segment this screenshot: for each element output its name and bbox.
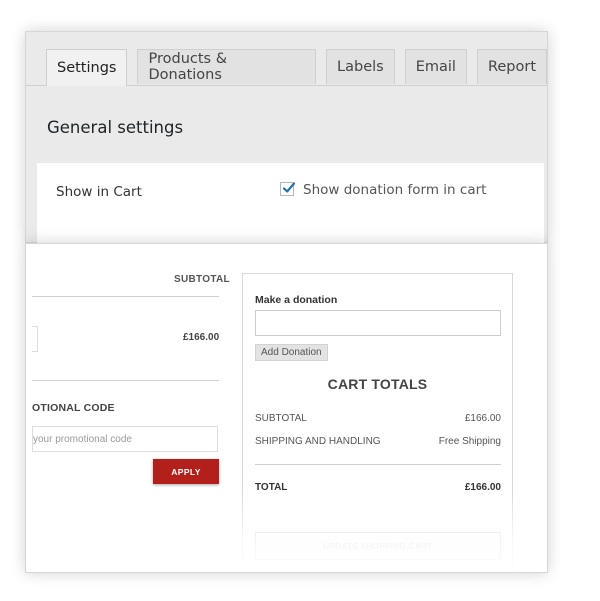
promo-code-input[interactable]: [32, 426, 218, 452]
update-cart-button[interactable]: UPDATE SHOPPING CART: [255, 532, 501, 560]
divider: [255, 464, 501, 465]
donation-amount-input[interactable]: [255, 310, 501, 336]
show-donation-checkbox[interactable]: [280, 182, 296, 196]
show-in-cart-label: Show in Cart: [56, 184, 142, 200]
divider: [32, 380, 219, 381]
quantity-field[interactable]: [32, 326, 38, 352]
tab-labels[interactable]: Labels: [326, 49, 395, 84]
tab-email[interactable]: Email: [404, 49, 467, 84]
cart-panel: SUBTOTAL £166.00 OTIONAL CODE APPLY Make…: [25, 243, 548, 573]
cart-content: SUBTOTAL £166.00 OTIONAL CODE APPLY Make…: [32, 251, 543, 572]
totals-row-value: Free Shipping: [438, 436, 501, 447]
totals-row: SUBTOTAL £166.00: [255, 413, 501, 424]
checkmark-icon: [282, 182, 296, 193]
section-title: General settings: [47, 118, 184, 137]
totals-row-label: SHIPPING AND HANDLING: [255, 436, 381, 447]
cart-totals-box: Make a donation Add Donation CART TOTALS…: [242, 273, 513, 572]
total-label: TOTAL: [255, 482, 288, 493]
subtotal-column-header: SUBTOTAL: [174, 274, 230, 285]
settings-box: Show in Cart Show donation form in cart: [37, 163, 544, 243]
cart-totals-title: CART TOTALS: [327, 376, 428, 392]
totals-row-label: SUBTOTAL: [255, 413, 307, 424]
line-item-subtotal: £166.00: [183, 332, 220, 343]
settings-panel: Settings Products & Donations Labels Ema…: [25, 31, 548, 243]
totals-row-value: £166.00: [464, 413, 501, 424]
show-donation-checkbox-label[interactable]: Show donation form in cart: [303, 182, 486, 198]
apply-button[interactable]: APPLY: [153, 459, 219, 484]
promo-code-heading: OTIONAL CODE: [32, 402, 115, 414]
tab-products-donations[interactable]: Products & Donations: [137, 49, 317, 84]
total-value: £166.00: [464, 482, 501, 493]
add-donation-button[interactable]: Add Donation: [255, 344, 328, 361]
tab-settings[interactable]: Settings: [46, 49, 128, 86]
totals-row: SHIPPING AND HANDLING Free Shipping: [255, 436, 501, 447]
donation-label: Make a donation: [255, 294, 338, 306]
divider: [32, 296, 219, 297]
settings-tabs: Settings Products & Donations Labels Ema…: [46, 49, 548, 86]
total-row: TOTAL £166.00: [255, 482, 501, 493]
tab-report[interactable]: Report: [476, 49, 548, 84]
